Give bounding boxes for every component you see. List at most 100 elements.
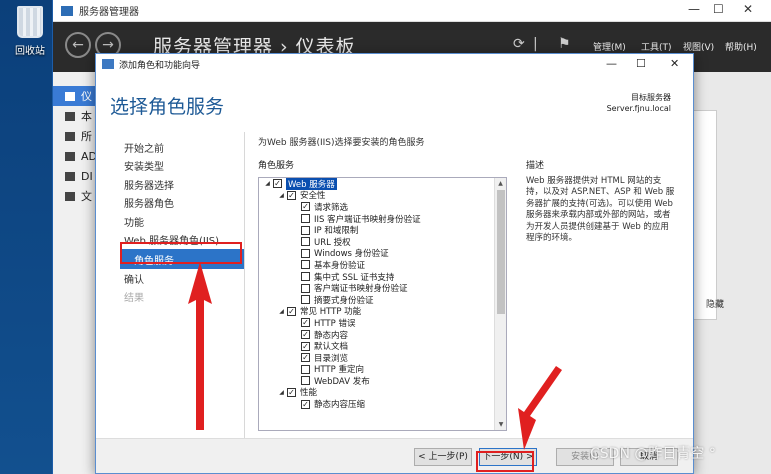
tree-node[interactable]: ✓ 静态内容压缩	[259, 398, 495, 410]
tree-node-label: 静态内容	[314, 330, 349, 341]
watermark: CSDN @昨日青空 °	[590, 446, 716, 462]
server-manager-app-icon	[61, 5, 73, 16]
sidebar-item-dns[interactable]: DI	[53, 166, 97, 186]
checkbox[interactable]: ✓	[301, 202, 310, 212]
tree-node-label: 安全性	[300, 191, 326, 202]
wizard-app-icon	[102, 59, 114, 69]
server-manager-sidebar: 仪 本 所 AD DI 文	[53, 72, 97, 474]
menu-help[interactable]: 帮助(H)	[725, 40, 757, 53]
tree-node[interactable]: 基本身份验证	[259, 259, 495, 271]
minimize-button[interactable]: —	[688, 2, 700, 16]
ad-icon	[65, 151, 75, 161]
tree-node[interactable]: Windows 身份验证	[259, 248, 495, 259]
checkbox[interactable]	[301, 295, 310, 305]
tree-node-label: 常见 HTTP 功能	[300, 307, 362, 318]
tree-node[interactable]: ◢ ✓ 安全性	[259, 190, 495, 202]
tree-node-label: 客户端证书映射身份验证	[314, 284, 408, 295]
sidebar-item-ad[interactable]: AD	[53, 146, 97, 166]
wizard-step[interactable]: 开始之前	[124, 138, 244, 157]
sidebar-item-local[interactable]: 本	[53, 106, 97, 126]
wizard-close-button[interactable]: ✕	[670, 57, 679, 70]
tree-node[interactable]: 集中式 SSL 证书支持	[259, 271, 495, 283]
tree-node[interactable]: ✓ 默认文档	[259, 340, 495, 352]
wizard-step[interactable]: 功能	[124, 212, 244, 231]
tree-node[interactable]: IIS 客户端证书映射身份验证	[259, 213, 495, 225]
description-text: Web 服务器提供对 HTML 网站的支持，以及对 ASP.NET、ASP 和 …	[526, 176, 675, 244]
checkbox[interactable]: ✓	[301, 341, 310, 351]
wizard-maximize-button[interactable]: ☐	[636, 57, 646, 70]
checkbox[interactable]	[301, 225, 310, 235]
checkbox[interactable]: ✓	[273, 179, 282, 189]
recycle-bin[interactable]: 回收站	[8, 6, 52, 57]
checkbox[interactable]: ✓	[301, 318, 310, 328]
checkbox[interactable]: ✓	[301, 399, 310, 409]
checkbox[interactable]: ✓	[287, 387, 296, 397]
scroll-down-icon[interactable]: ▼	[495, 419, 506, 430]
refresh-icon[interactable]: ⟳	[513, 36, 525, 52]
checkbox[interactable]: ✓	[287, 306, 296, 316]
wizard-minimize-button[interactable]: —	[606, 57, 617, 70]
sidebar-item-dashboard[interactable]: 仪	[53, 86, 97, 106]
tree-node[interactable]: HTTP 重定向	[259, 364, 495, 375]
checkbox[interactable]	[301, 237, 310, 247]
recycle-bin-label: 回收站	[15, 46, 45, 57]
tree-node[interactable]: ✓ HTTP 错误	[259, 317, 495, 329]
tree-scrollbar[interactable]: ▲ ▼	[494, 178, 506, 430]
wizard-step[interactable]: 安装类型	[124, 157, 244, 176]
prev-button[interactable]: < 上一步(P)	[414, 448, 472, 466]
menu-tools[interactable]: 工具(T)	[641, 40, 672, 53]
back-icon[interactable]: ←	[65, 32, 91, 58]
checkbox[interactable]	[301, 260, 310, 270]
expander-icon[interactable]: ◢	[263, 180, 272, 187]
checkbox[interactable]	[301, 283, 310, 293]
scroll-thumb[interactable]	[497, 190, 505, 314]
tree-node[interactable]: ✓ 静态内容	[259, 329, 495, 341]
checkbox[interactable]	[301, 364, 310, 374]
expander-icon[interactable]: ◢	[277, 389, 286, 396]
sidebar-item-all[interactable]: 所	[53, 126, 97, 146]
flag-icon[interactable]: ⚑	[558, 36, 571, 52]
wizard-step[interactable]: 服务器选择	[124, 175, 244, 194]
menu-view[interactable]: 视图(V)	[683, 40, 714, 53]
tree-node[interactable]: ◢ ✓ 常见 HTTP 功能	[259, 306, 495, 318]
page-title: 选择角色服务	[110, 96, 225, 118]
tree-node[interactable]: ✓ 目录浏览	[259, 352, 495, 364]
expander-icon[interactable]: ◢	[277, 308, 286, 315]
tree-node[interactable]: ◢ ✓ 性能	[259, 387, 495, 399]
role-services-tree[interactable]: ◢ ✓ Web 服务器 ◢ ✓ 安全性 ✓ 请求筛选 IIS 客户端证书映射身份验证 IP 和域限…	[258, 177, 507, 431]
tree-node[interactable]: 摘要式身份验证	[259, 294, 495, 306]
wizard-titlebar: 添加角色和功能向导 — ☐ ✕	[96, 54, 693, 74]
tree-node-label: 性能	[300, 388, 318, 399]
tree-node[interactable]: URL 授权	[259, 236, 495, 248]
checkbox[interactable]	[301, 214, 310, 224]
description-label: 描述	[526, 161, 545, 171]
checkbox[interactable]	[301, 376, 310, 386]
tree-node[interactable]: ◢ ✓ Web 服务器	[259, 178, 495, 190]
tree-node-label: URL 授权	[314, 237, 351, 248]
tree-node-label: IIS 客户端证书映射身份验证	[314, 214, 421, 225]
close-button[interactable]: ✕	[743, 2, 753, 16]
wizard-step[interactable]: 服务器角色	[124, 194, 244, 213]
tree-node-label: 默认文档	[314, 342, 349, 353]
wizard-header: 选择角色服务 目标服务器 Server.fjnu.local	[96, 74, 693, 126]
maximize-button[interactable]: ☐	[713, 2, 724, 16]
menu-manage[interactable]: 管理(M)	[593, 40, 626, 53]
tree-node-label: 摘要式身份验证	[314, 295, 374, 306]
destination-value: Server.fjnu.local	[606, 104, 671, 113]
tree-node[interactable]: IP 和域限制	[259, 224, 495, 236]
expander-icon[interactable]: ◢	[277, 192, 286, 199]
tree-node[interactable]: 客户端证书映射身份验证	[259, 282, 495, 294]
checkbox[interactable]	[301, 248, 310, 258]
server-manager-titlebar: 服务器管理器 — ☐ ✕	[53, 0, 771, 22]
scroll-up-icon[interactable]: ▲	[495, 178, 506, 189]
recycle-bin-icon	[17, 6, 43, 38]
checkbox[interactable]: ✓	[301, 330, 310, 340]
checkbox[interactable]	[301, 272, 310, 282]
tree-node-label: IP 和域限制	[314, 226, 359, 237]
tile-hide-link[interactable]: 隐藏	[706, 297, 724, 310]
tree-node[interactable]: ✓ 请求筛选	[259, 201, 495, 213]
sidebar-item-files[interactable]: 文	[53, 186, 97, 206]
checkbox[interactable]: ✓	[287, 190, 296, 200]
checkbox[interactable]: ✓	[301, 353, 310, 363]
tree-node[interactable]: WebDAV 发布	[259, 375, 495, 387]
